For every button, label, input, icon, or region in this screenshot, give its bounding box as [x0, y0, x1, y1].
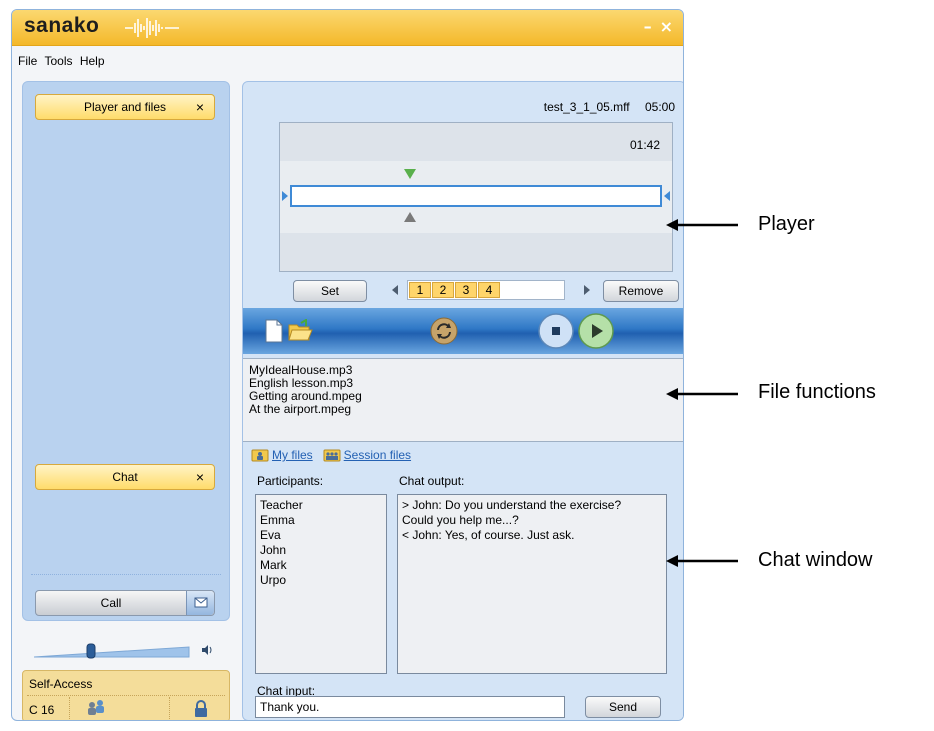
- divider: [169, 697, 170, 720]
- marker-strip: 1 2 3 4: [407, 280, 565, 300]
- title-bar[interactable]: sanako – ×: [12, 10, 683, 46]
- envelope-icon: [194, 597, 208, 608]
- set-label: Set: [320, 284, 339, 298]
- player-annotation: Player: [758, 213, 815, 235]
- sanako-logo: sanako: [24, 14, 100, 37]
- tab-my-files[interactable]: My files: [251, 448, 313, 462]
- send-button[interactable]: Send: [585, 696, 661, 718]
- divider: [69, 697, 70, 720]
- player-and-files-label: Player and files: [83, 100, 167, 114]
- volume-thumb[interactable]: [86, 643, 96, 659]
- call-label: Call: [100, 596, 122, 610]
- file-tabs: My files Session files: [251, 448, 421, 462]
- file-functions-annotation: File functions: [758, 381, 876, 403]
- message-button[interactable]: [186, 591, 214, 615]
- chat-output[interactable]: > John: Do you understand the exercise? …: [397, 494, 667, 674]
- menu-file[interactable]: File: [18, 54, 37, 68]
- participant-item[interactable]: Mark: [260, 558, 386, 573]
- stop-icon[interactable]: [537, 312, 575, 350]
- send-label: Send: [608, 700, 638, 714]
- participant-item[interactable]: Emma: [260, 513, 386, 528]
- chat-input[interactable]: Thank you.: [255, 696, 565, 718]
- prev-marker-icon[interactable]: [391, 284, 399, 296]
- participants-list[interactable]: Teacher Emma Eva John Mark Urpo: [255, 494, 387, 674]
- participant-item[interactable]: Eva: [260, 528, 386, 543]
- call-button[interactable]: Call: [35, 590, 215, 616]
- my-files-icon: [251, 449, 269, 462]
- menu-help[interactable]: Help: [80, 54, 105, 68]
- playback-position: 01:42: [629, 138, 660, 152]
- track-right-arrow-icon: [664, 191, 670, 201]
- participant-item[interactable]: John: [260, 543, 386, 558]
- close-player-tab-icon[interactable]: ×: [196, 99, 204, 115]
- open-folder-icon[interactable]: [287, 319, 313, 343]
- menu-bar: File Tools Help: [18, 54, 109, 72]
- session-files-icon: [323, 449, 341, 462]
- start-marker-icon[interactable]: [404, 169, 416, 179]
- volume-slider[interactable]: [34, 638, 216, 662]
- chat-message: Could you help me...?: [402, 513, 519, 527]
- track-left-arrow-icon: [282, 191, 288, 201]
- waveform-logo-icon: [125, 18, 179, 38]
- chat-message: < John: Yes, of course. Just ask.: [402, 528, 575, 542]
- next-marker-icon[interactable]: [583, 284, 591, 296]
- self-access-panel: Self-Access C 16: [22, 670, 230, 720]
- speaker-icon[interactable]: [202, 645, 212, 655]
- marker-4[interactable]: 4: [478, 282, 500, 298]
- app-window: sanako – × File Tools Help Player and fil…: [11, 9, 684, 721]
- file-info: test_3_1_05.mff 05:00: [532, 100, 675, 114]
- session-files-label: Session files: [343, 448, 412, 462]
- marker-1[interactable]: 1: [409, 282, 431, 298]
- window-controls: – ×: [636, 17, 673, 36]
- chat-message: > John: Do you understand the exercise?: [402, 498, 622, 512]
- my-files-label: My files: [272, 448, 313, 462]
- marker-3[interactable]: 3: [455, 282, 477, 298]
- file-list: MyIdealHouse.mp3 English lesson.mp3 Gett…: [243, 358, 683, 442]
- player-and-files-button[interactable]: Player and files ×: [35, 94, 215, 120]
- participant-item[interactable]: Teacher: [260, 498, 386, 513]
- right-panel: test_3_1_05.mff 05:00 01:42 Set 1 2 3 4 …: [242, 81, 683, 720]
- remove-label: Remove: [618, 284, 664, 298]
- chat-window-annotation: Chat window: [758, 549, 873, 571]
- player-display: 01:42: [279, 122, 673, 272]
- file-duration: 05:00: [644, 100, 675, 114]
- remove-button[interactable]: Remove: [603, 280, 679, 302]
- participants-label: Participants:: [257, 474, 324, 488]
- divider: [27, 695, 225, 696]
- chat-output-label: Chat output:: [399, 474, 465, 488]
- self-access-title: Self-Access: [29, 677, 93, 691]
- users-icon[interactable]: [85, 698, 107, 718]
- tab-session-files[interactable]: Session files: [323, 448, 411, 462]
- player-toolbar: [243, 308, 683, 354]
- play-icon[interactable]: [577, 312, 615, 350]
- chat-window-arrow-icon: [666, 555, 738, 567]
- lock-icon[interactable]: [193, 700, 209, 718]
- file-name: test_3_1_05.mff: [543, 100, 630, 114]
- divider: [31, 574, 221, 575]
- file-functions-arrow-icon: [666, 388, 738, 400]
- close-chat-tab-icon[interactable]: ×: [196, 469, 204, 485]
- close-icon[interactable]: ×: [660, 17, 673, 36]
- chat-input-value: Thank you.: [260, 700, 320, 714]
- menu-tools[interactable]: Tools: [44, 54, 72, 68]
- left-panel: Player and files × Chat × Call: [22, 81, 230, 621]
- playback-track[interactable]: [290, 185, 662, 207]
- chat-tab-label: Chat: [112, 470, 138, 484]
- new-file-icon[interactable]: [263, 319, 285, 343]
- list-item[interactable]: At the airport.mpeg: [249, 403, 683, 416]
- seat-label: C 16: [29, 703, 55, 717]
- chat-button[interactable]: Chat ×: [35, 464, 215, 490]
- minimize-icon[interactable]: –: [644, 17, 652, 36]
- marker-2[interactable]: 2: [432, 282, 454, 298]
- set-button[interactable]: Set: [293, 280, 367, 302]
- end-marker-icon[interactable]: [404, 212, 416, 222]
- player-arrow-icon: [666, 219, 738, 231]
- repeat-icon[interactable]: [429, 316, 459, 346]
- participant-item[interactable]: Urpo: [260, 573, 386, 588]
